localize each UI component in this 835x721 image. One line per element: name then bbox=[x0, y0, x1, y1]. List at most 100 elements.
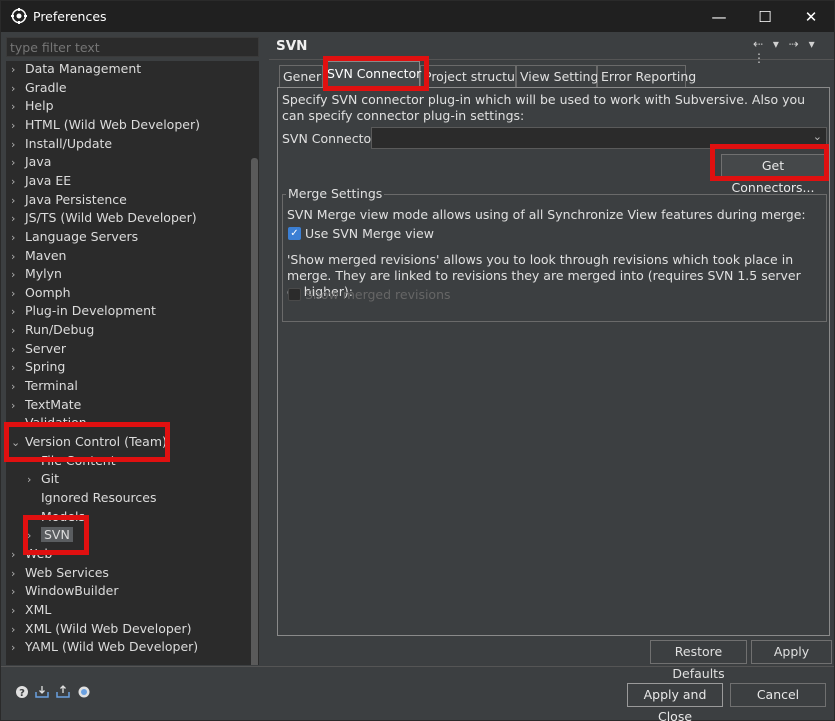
chevron-right-icon[interactable]: › bbox=[11, 210, 25, 228]
left-panel: ›Data Management›Gradle›Help›HTML (Wild … bbox=[1, 32, 267, 666]
chevron-right-icon[interactable]: › bbox=[11, 80, 25, 98]
tree-item-label: Java bbox=[25, 154, 52, 170]
tree-item[interactable]: › HTML (Wild Web Developer) bbox=[11, 116, 200, 134]
tree-item-label: Gradle bbox=[25, 79, 67, 95]
tree-item[interactable]: › YAML (Wild Web Developer) bbox=[11, 638, 198, 656]
minimize-button[interactable]: — bbox=[696, 1, 742, 32]
chevron-right-icon[interactable]: › bbox=[11, 639, 25, 657]
tree-item-label: TextMate bbox=[25, 396, 82, 412]
tab-error-reporting[interactable]: Error Reporting bbox=[597, 65, 696, 87]
tree-item[interactable]: › Oomph bbox=[11, 284, 71, 302]
restore-defaults-button[interactable]: Restore Defaults bbox=[650, 640, 747, 681]
tree-item-label: Help bbox=[25, 98, 54, 114]
tree-item[interactable]: › Java EE bbox=[11, 172, 71, 190]
tree-item[interactable]: Ignored Resources bbox=[27, 489, 157, 507]
tree-item[interactable]: › Mylyn bbox=[11, 265, 62, 283]
page-nav: ⇠ ▾ ⇢ ▾ ⋮ bbox=[753, 37, 834, 65]
tree-item[interactable]: › Plug-in Development bbox=[11, 302, 156, 320]
tree-item[interactable]: › Server bbox=[11, 340, 66, 358]
page-title: SVN bbox=[276, 38, 308, 54]
help-icon[interactable]: ? bbox=[15, 685, 29, 699]
tree-item[interactable]: › JS/TS (Wild Web Developer) bbox=[11, 209, 197, 227]
tree-item-label: Mylyn bbox=[25, 266, 62, 282]
tree-item[interactable]: › Spring bbox=[11, 358, 65, 376]
eclipse-app-icon bbox=[11, 8, 27, 24]
close-icon: ✕ bbox=[804, 7, 818, 26]
forward-icon[interactable]: ⇢ ▾ bbox=[789, 37, 818, 51]
chevron-right-icon[interactable]: › bbox=[11, 61, 25, 79]
scrollbar-thumb[interactable] bbox=[251, 158, 258, 665]
chevron-right-icon[interactable]: › bbox=[11, 621, 25, 639]
chevron-right-icon[interactable]: › bbox=[27, 471, 41, 489]
tree-item[interactable]: › Java bbox=[11, 153, 51, 171]
tree-item-label: HTML (Wild Web Developer) bbox=[25, 116, 200, 132]
chevron-right-icon[interactable]: › bbox=[11, 602, 25, 620]
chevron-right-icon[interactable]: › bbox=[11, 266, 25, 284]
tree-item[interactable]: › Run/Debug bbox=[11, 321, 94, 339]
preferences-window: Preferences — ☐ ✕ ›Data Management›Gradl… bbox=[0, 0, 835, 721]
back-icon[interactable]: ⇠ ▾ bbox=[753, 37, 782, 51]
use-merge-view-label[interactable]: Use SVN Merge view bbox=[305, 226, 434, 241]
tree-item[interactable]: › XML (Wild Web Developer) bbox=[11, 620, 192, 638]
chevron-right-icon[interactable]: › bbox=[11, 583, 25, 601]
close-button[interactable]: ✕ bbox=[788, 1, 834, 32]
chevron-right-icon[interactable]: › bbox=[11, 154, 25, 172]
tree-item[interactable]: › Web Services bbox=[11, 564, 109, 582]
tree-item[interactable]: › WindowBuilder bbox=[11, 582, 119, 600]
chevron-right-icon[interactable]: › bbox=[11, 303, 25, 321]
chevron-right-icon[interactable]: › bbox=[11, 378, 25, 396]
tree-item[interactable]: › Git bbox=[27, 470, 59, 488]
maximize-button[interactable]: ☐ bbox=[742, 1, 788, 32]
tab-project-structure[interactable]: Project structure bbox=[420, 65, 527, 87]
tree-item[interactable]: › Maven bbox=[11, 247, 66, 265]
tree-item-label: Data Management bbox=[25, 61, 142, 76]
highlight-svn-node bbox=[23, 515, 89, 555]
tree-item[interactable]: › TextMate bbox=[11, 396, 81, 414]
chevron-right-icon[interactable]: › bbox=[11, 229, 25, 247]
tree-item-label: Java Persistence bbox=[25, 191, 127, 207]
minimize-icon: — bbox=[711, 7, 727, 26]
tree-item-label: YAML (Wild Web Developer) bbox=[25, 639, 199, 655]
chevron-right-icon[interactable]: › bbox=[11, 397, 25, 415]
use-merge-view-checkbox[interactable]: ✓ bbox=[288, 227, 301, 240]
apply-button[interactable]: Apply bbox=[751, 640, 832, 664]
chevron-right-icon[interactable]: › bbox=[11, 248, 25, 266]
tree-item[interactable]: › Help bbox=[11, 97, 54, 115]
tree-item-label: WindowBuilder bbox=[25, 583, 119, 599]
right-panel: SVN ⇠ ▾ ⇢ ▾ ⋮ General SVN Connector Proj… bbox=[269, 32, 834, 681]
chevron-right-icon[interactable]: › bbox=[11, 285, 25, 303]
show-merged-revisions-label: Show merged revisions bbox=[305, 287, 451, 302]
apply-and-close-button[interactable]: Apply and Close bbox=[627, 683, 723, 721]
tree-item-label: Run/Debug bbox=[25, 322, 95, 338]
cancel-button[interactable]: Cancel bbox=[730, 683, 826, 707]
chevron-right-icon[interactable]: › bbox=[11, 322, 25, 340]
chevron-right-icon[interactable]: › bbox=[11, 341, 25, 359]
filter-input[interactable] bbox=[6, 37, 259, 57]
highlight-version-control bbox=[4, 422, 170, 462]
export-icon[interactable] bbox=[56, 685, 70, 699]
chevron-right-icon[interactable]: › bbox=[11, 359, 25, 377]
tree-item[interactable]: › Language Servers bbox=[11, 228, 138, 246]
maximize-icon: ☐ bbox=[758, 7, 772, 26]
chevron-right-icon[interactable]: › bbox=[11, 565, 25, 583]
svn-connector-label: SVN Connector: bbox=[282, 131, 381, 146]
chevron-right-icon[interactable]: › bbox=[11, 136, 25, 154]
chevron-right-icon[interactable]: › bbox=[11, 117, 25, 135]
tree-item-label: Plug-in Development bbox=[25, 303, 156, 319]
tree-scrollbar[interactable] bbox=[250, 63, 258, 665]
tab-view-settings[interactable]: View Settings bbox=[516, 65, 605, 87]
tree-item[interactable]: › Install/Update bbox=[11, 135, 112, 153]
tree-item[interactable]: › Java Persistence bbox=[11, 191, 127, 209]
tree-item[interactable]: › Data Management bbox=[11, 61, 141, 78]
chevron-right-icon[interactable]: › bbox=[11, 98, 25, 116]
import-icon[interactable] bbox=[35, 685, 49, 699]
record-icon[interactable] bbox=[77, 685, 91, 699]
chevron-right-icon[interactable]: › bbox=[11, 173, 25, 191]
tree-item[interactable]: › Gradle bbox=[11, 79, 67, 97]
view-menu-icon[interactable]: ⋮ bbox=[753, 51, 768, 65]
chevron-right-icon[interactable]: › bbox=[11, 192, 25, 210]
tree-item-label: Language Servers bbox=[25, 228, 139, 244]
tree-item[interactable]: › XML bbox=[11, 601, 51, 619]
tree-item[interactable]: › Terminal bbox=[11, 377, 78, 395]
tab-general[interactable]: General bbox=[279, 65, 323, 87]
